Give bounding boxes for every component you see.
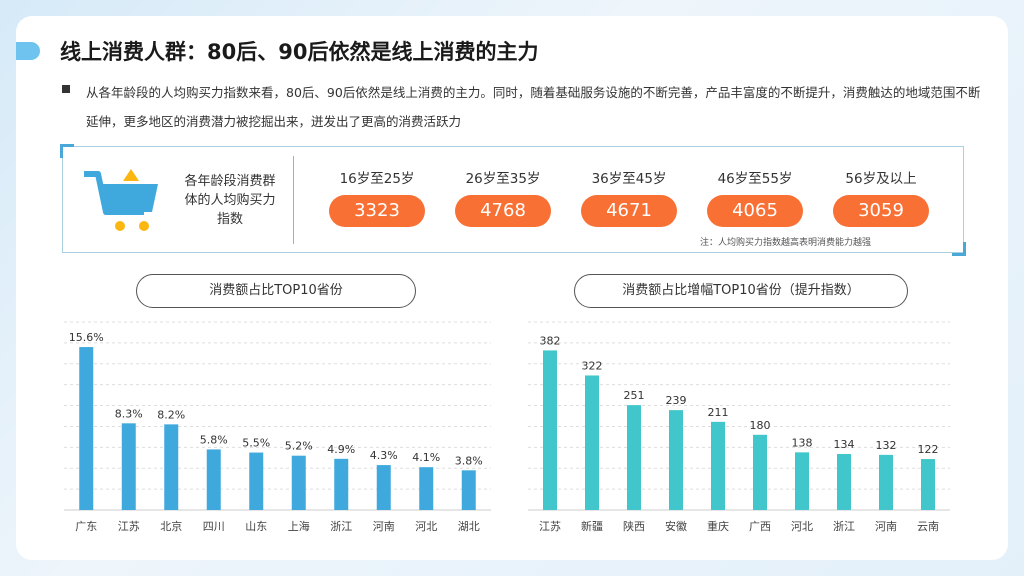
- x-tick-label: 陕西: [623, 519, 645, 533]
- age-label: 46岁至55岁: [717, 171, 793, 187]
- data-label: 322: [582, 359, 603, 372]
- title-accent: [16, 42, 40, 60]
- x-tick-label: 河北: [415, 520, 437, 533]
- age-label: 56岁及以上: [845, 171, 917, 187]
- age-group: 36岁至45岁 4671: [574, 167, 684, 227]
- bar: [669, 410, 683, 510]
- x-tick-label: 浙江: [330, 520, 352, 533]
- bar: [419, 467, 434, 510]
- age-group: 46岁至55岁 4065: [700, 167, 810, 227]
- divider: [293, 156, 294, 244]
- data-label: 122: [918, 443, 939, 456]
- index-badge: 3323: [329, 195, 425, 227]
- bar: [921, 459, 935, 510]
- x-tick-label: 浙江: [833, 520, 855, 533]
- index-badge: 4065: [707, 195, 803, 227]
- x-tick-label: 江苏: [118, 520, 140, 533]
- share-bar-chart: 15.6% 广东 8.3% 江苏 8.2% 北京 5.8% 四川 5.5% 山东 5.2% 上海 4.9…: [64, 321, 491, 533]
- x-tick-label: 安徽: [665, 519, 687, 533]
- data-label: 382: [540, 334, 561, 347]
- x-tick-label: 北京: [160, 519, 182, 533]
- x-tick-label: 云南: [917, 520, 939, 533]
- bar: [334, 458, 349, 510]
- chart-title-growth: 消费额占比增幅TOP10省份（提升指数）: [574, 274, 908, 308]
- data-label: 5.8%: [200, 433, 228, 446]
- panel-label: 各年龄段消费群体的人均购买力指数: [184, 174, 276, 227]
- bar: [461, 470, 476, 510]
- x-tick-label: 上海: [288, 519, 310, 533]
- data-label: 4.9%: [327, 443, 355, 456]
- index-badge: 4768: [455, 195, 551, 227]
- bar: [121, 423, 136, 510]
- data-label: 8.2%: [157, 408, 185, 421]
- bar: [837, 454, 851, 510]
- data-label: 8.3%: [115, 407, 143, 420]
- data-label: 138: [792, 436, 813, 449]
- x-tick-label: 湖北: [458, 520, 480, 533]
- age-label: 26岁至35岁: [465, 171, 541, 187]
- bar: [79, 347, 94, 510]
- data-label: 132: [876, 439, 897, 452]
- data-label: 211: [708, 406, 729, 419]
- bar: [249, 452, 264, 510]
- corner-decoration: [952, 242, 966, 256]
- bullet-icon: [62, 85, 70, 93]
- x-tick-label: 广东: [75, 520, 97, 533]
- bar: [879, 454, 893, 510]
- data-label: 134: [834, 438, 855, 451]
- chart-title-share: 消费额占比TOP10省份: [136, 274, 416, 308]
- x-tick-label: 新疆: [581, 519, 603, 533]
- x-tick-label: 河南: [373, 520, 395, 533]
- data-label: 239: [666, 394, 687, 407]
- age-label: 36岁至45岁: [591, 171, 667, 187]
- bar: [711, 421, 725, 510]
- x-tick-label: 重庆: [707, 519, 729, 533]
- index-badge: 4671: [581, 195, 677, 227]
- bar: [795, 452, 809, 510]
- index-badge: 3059: [833, 195, 929, 227]
- x-tick-label: 山东: [245, 520, 267, 533]
- bar: [376, 465, 391, 510]
- age-group: 26岁至35岁 4768: [448, 167, 558, 227]
- panel-note: 注：人均购买力指数越高表明消费能力越强: [700, 238, 872, 248]
- data-label: 251: [624, 389, 645, 402]
- page-title: 线上消费人群：80后、90后依然是线上消费的主力: [60, 40, 539, 64]
- data-label: 15.6%: [69, 331, 104, 344]
- description: 从各年龄段的人均购买力指数来看，80后、90后依然是线上消费的主力。同时，随着基…: [86, 85, 981, 129]
- data-label: 5.5%: [242, 437, 270, 450]
- data-label: 180: [750, 419, 771, 432]
- bar: [291, 455, 306, 510]
- data-label: 4.3%: [370, 449, 398, 462]
- bar: [164, 424, 179, 510]
- x-tick-label: 四川: [203, 520, 225, 533]
- age-label: 16岁至25岁: [339, 171, 415, 187]
- data-label: 5.2%: [285, 440, 313, 453]
- bar: [585, 375, 599, 510]
- shopping-cart-icon: [84, 169, 158, 231]
- bar: [543, 350, 557, 510]
- x-tick-label: 河北: [791, 520, 813, 533]
- corner-decoration: [60, 144, 74, 158]
- bar: [627, 405, 641, 510]
- x-tick-label: 河南: [875, 520, 897, 533]
- data-label: 4.1%: [412, 451, 440, 464]
- x-tick-label: 广西: [749, 520, 771, 533]
- x-tick-label: 江苏: [539, 520, 561, 533]
- data-label: 3.8%: [455, 454, 483, 467]
- growth-bar-chart: 382 江苏 322 新疆 251 陕西 239 安徽 211 重庆 180 广西 138 河北 134 浙江…: [528, 321, 950, 533]
- age-group: 56岁及以上 3059: [826, 167, 936, 227]
- age-group: 16岁至25岁 3323: [322, 167, 432, 227]
- bar: [206, 449, 221, 510]
- bar: [753, 434, 767, 510]
